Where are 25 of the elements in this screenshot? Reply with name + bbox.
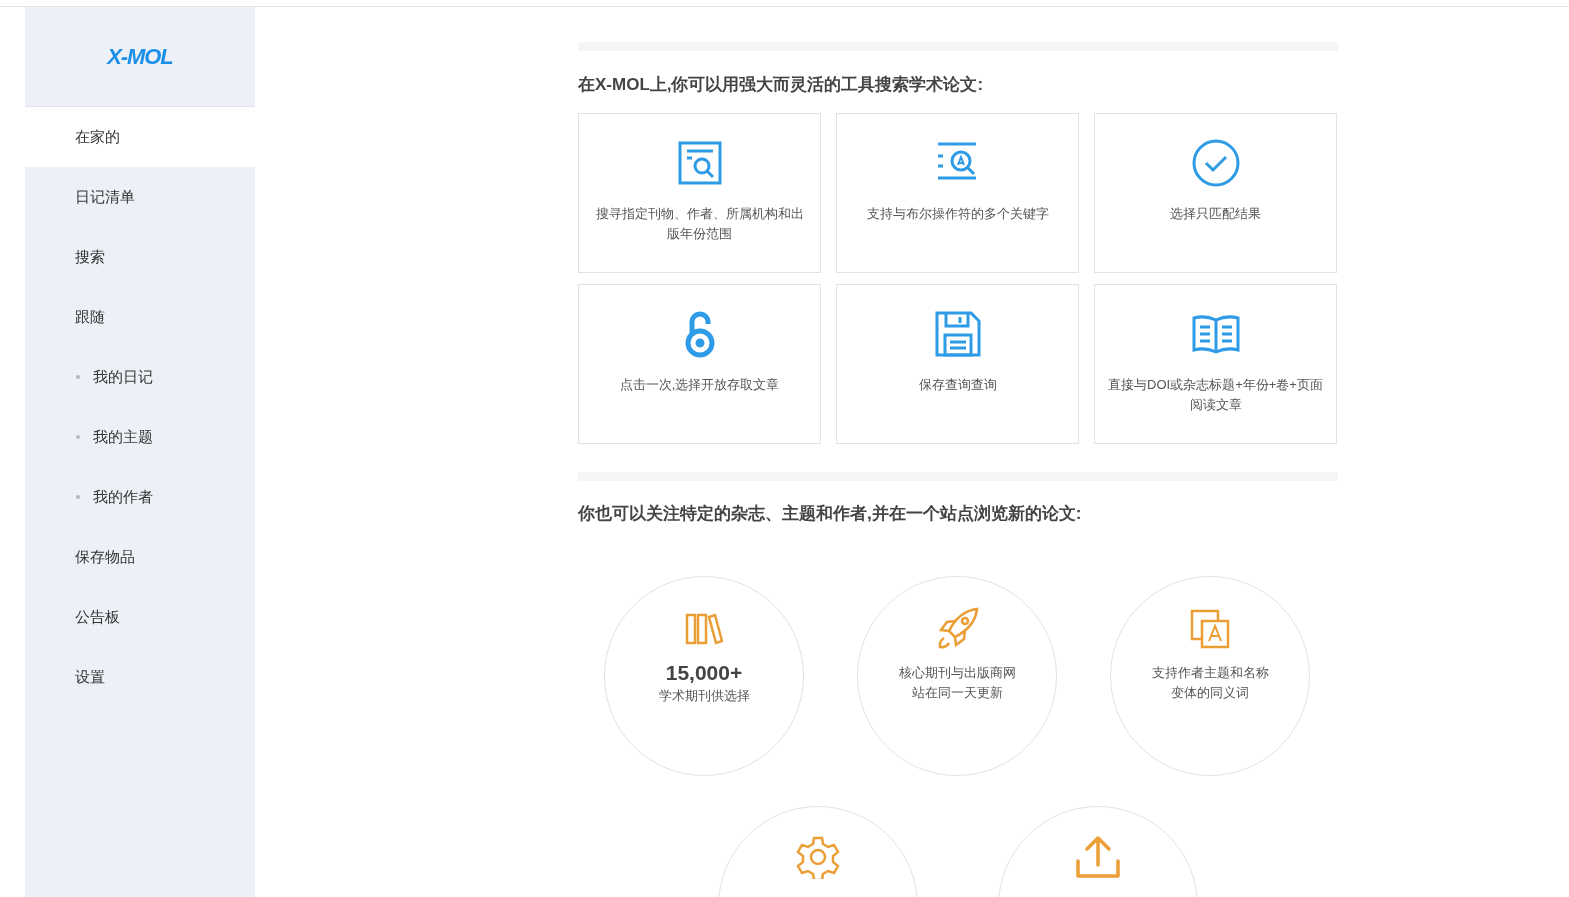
feature-text: 学术期刊供选择 — [657, 687, 751, 705]
feature-text: 直接与DOI或杂志标题+年份+卷+页面阅读文章 — [1108, 376, 1323, 414]
section-heading: 你也可以关注特定的杂志、主题和作者,并在一个站点浏览新的论文: — [578, 503, 1083, 525]
open-book-icon — [1191, 314, 1240, 354]
feature-text: 支持与布尔操作符的多个关键字 — [865, 205, 1050, 223]
stat-number: 15,000+ — [665, 661, 743, 685]
books-icon — [685, 613, 723, 645]
bullet-icon — [76, 495, 80, 499]
open-lock-icon — [683, 309, 716, 359]
gear-icon — [796, 835, 840, 879]
check-circle-icon — [1191, 139, 1240, 187]
letter-pages-icon — [1190, 609, 1230, 649]
feature-text: 点击一次,选择开放存取文章 — [618, 376, 781, 394]
bullet-icon — [76, 375, 80, 379]
search-document-icon — [677, 141, 722, 185]
sidebar-item[interactable]: 在家的 — [25, 107, 255, 167]
feature-text: 保存查询查询 — [917, 376, 998, 394]
feature-text: 核心期刊与出版商网站在同一天更新 — [897, 664, 1017, 702]
save-icon — [934, 311, 981, 357]
feature-text: 选择只匹配结果 — [1169, 205, 1262, 223]
feature-text: 搜寻指定刊物、作者、所属机构和出版年份范围 — [594, 205, 805, 243]
upload-icon — [1075, 835, 1121, 879]
feature-text: 支持作者主题和名称变体的同义词 — [1150, 664, 1270, 702]
section-heading: 在X-MOL上,你可以用强大而灵活的工具搜索学术论文: — [578, 74, 985, 96]
bullet-icon — [76, 435, 80, 439]
